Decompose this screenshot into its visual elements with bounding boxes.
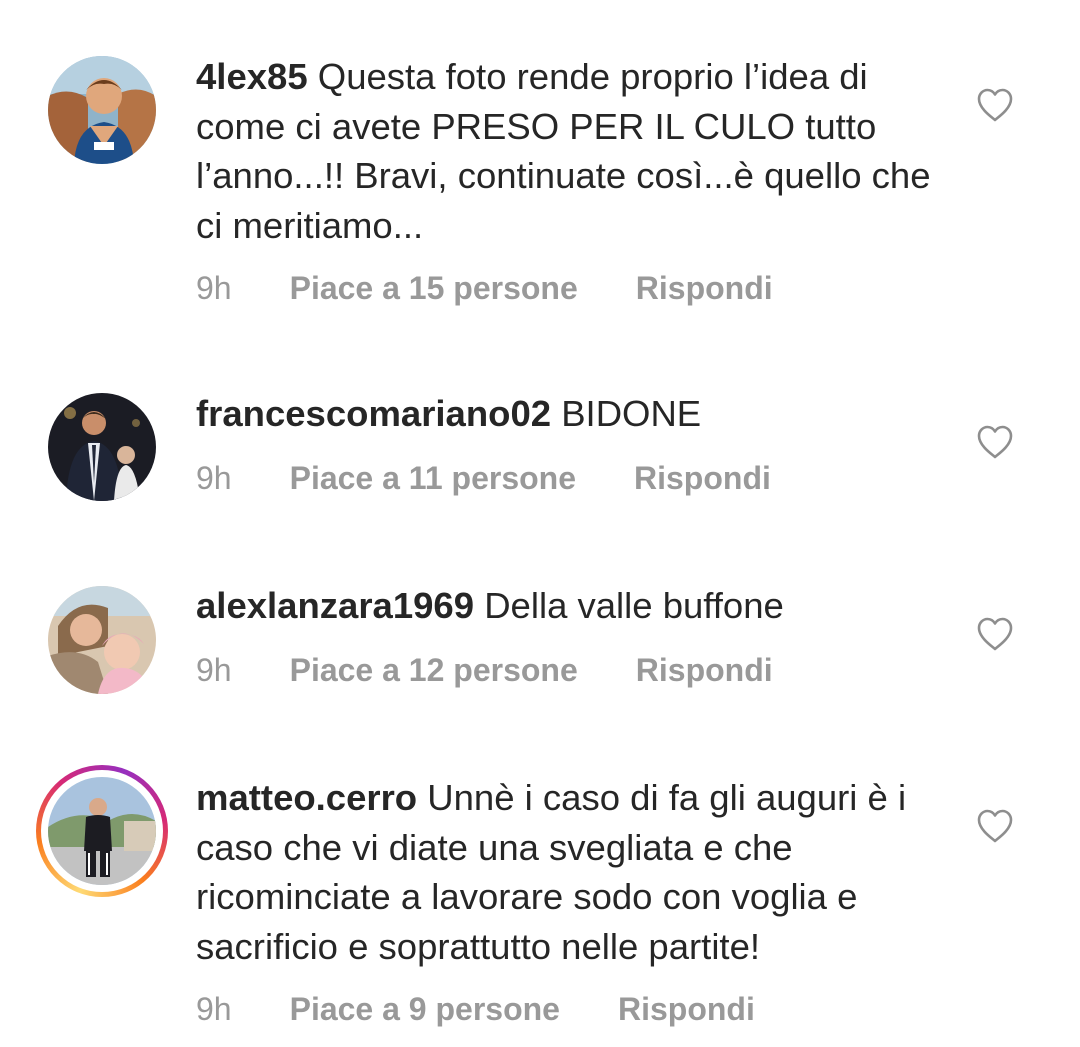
user-avatar[interactable] — [48, 56, 156, 164]
comment-meta: 9h Piace a 11 persone Rispondi — [196, 458, 771, 498]
comment-text: alexlanzara1969 Della valle buffone — [196, 581, 936, 631]
comment-username[interactable]: matteo.cerro — [196, 777, 417, 818]
user-avatar[interactable] — [48, 586, 156, 694]
comment-likes-link[interactable]: Piace a 11 persone — [290, 458, 576, 498]
reply-button[interactable]: Rispondi — [636, 650, 773, 690]
user-avatar[interactable] — [48, 777, 156, 885]
comment-username[interactable]: alexlanzara1969 — [196, 585, 474, 626]
comment-username[interactable]: 4lex85 — [196, 56, 308, 97]
avatar-photo-icon — [48, 56, 156, 164]
comment-time: 9h — [196, 991, 232, 1027]
user-avatar[interactable] — [48, 393, 156, 501]
story-ring[interactable] — [36, 765, 168, 897]
reply-button[interactable]: Rispondi — [636, 268, 773, 308]
comment-likes-link[interactable]: Piace a 12 persone — [290, 650, 578, 690]
comment-body: BIDONE — [561, 393, 702, 434]
heart-icon[interactable] — [976, 808, 1014, 844]
comment-body: Della valle buffone — [484, 585, 784, 626]
comment-meta: 9h Piace a 15 persone Rispondi — [196, 268, 773, 308]
heart-icon[interactable] — [976, 616, 1014, 652]
avatar-photo-icon — [48, 586, 156, 694]
comment-text: matteo.cerro Unnè i caso di fa gli augur… — [196, 773, 936, 971]
comment-time: 9h — [196, 270, 232, 306]
avatar-photo-icon — [48, 393, 156, 501]
reply-button[interactable]: Rispondi — [618, 989, 755, 1029]
comment-text: francescomariano02 BIDONE — [196, 389, 936, 439]
heart-icon[interactable] — [976, 87, 1014, 123]
comment-likes-link[interactable]: Piace a 15 persone — [290, 268, 578, 308]
avatar-photo-icon — [48, 777, 156, 885]
comment-time: 9h — [196, 460, 232, 496]
comment-meta: 9h Piace a 12 persone Rispondi — [196, 650, 773, 690]
comment-username[interactable]: francescomariano02 — [196, 393, 551, 434]
comment-meta: 9h Piace a 9 persone Rispondi — [196, 989, 755, 1029]
comment-likes-link[interactable]: Piace a 9 persone — [290, 989, 560, 1029]
comment-text: 4lex85 Questa foto rende proprio l’idea … — [196, 52, 936, 250]
heart-icon[interactable] — [976, 424, 1014, 460]
comment-time: 9h — [196, 652, 232, 688]
reply-button[interactable]: Rispondi — [634, 458, 771, 498]
